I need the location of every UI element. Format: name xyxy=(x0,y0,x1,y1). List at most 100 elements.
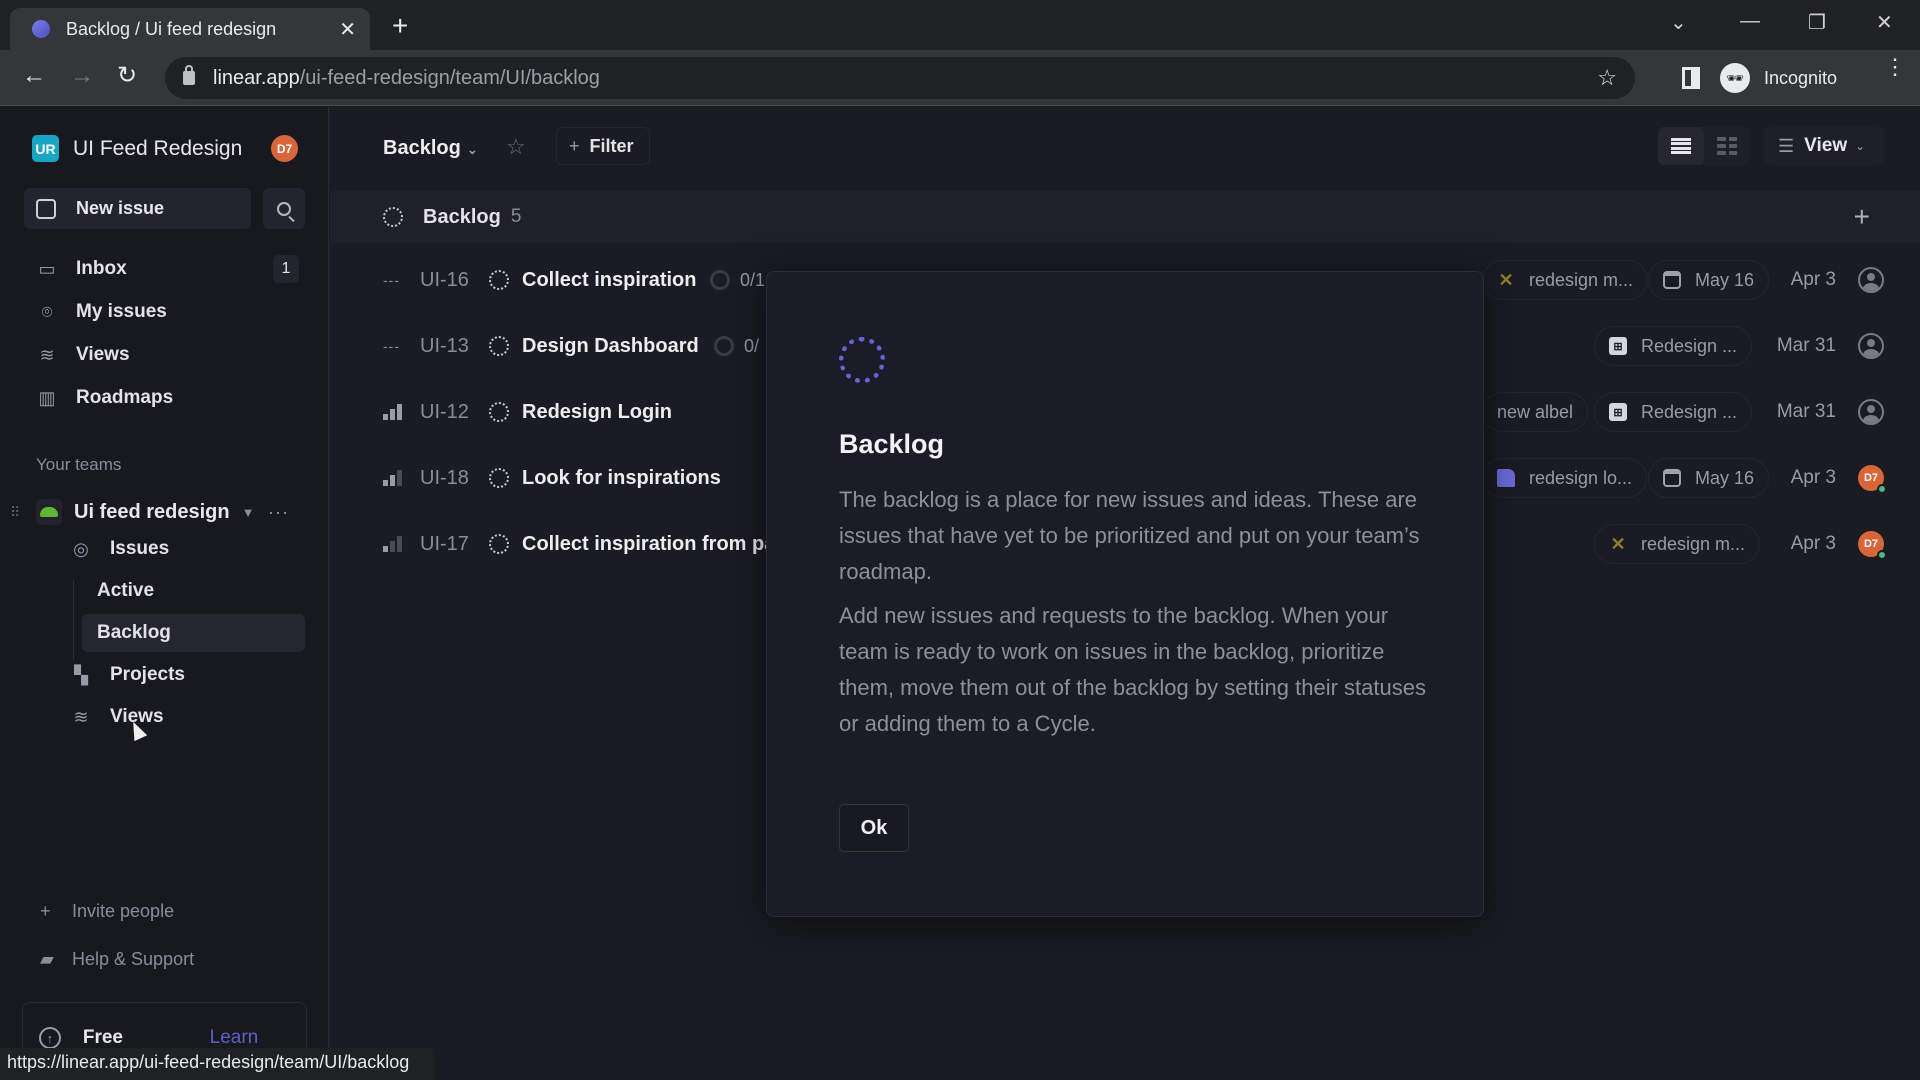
favorite-star-icon[interactable]: ☆ xyxy=(506,134,526,160)
team-more-icon[interactable]: ··· xyxy=(268,502,289,523)
project-text: redesign lo... xyxy=(1529,467,1633,488)
project-icon: ⊞ xyxy=(1609,403,1627,421)
incognito-profile[interactable]: 🕶 Incognito xyxy=(1720,57,1860,99)
view-options-button[interactable]: ☰ View ⌄ xyxy=(1764,127,1884,165)
sidebar-item-views[interactable]: ≋ Views xyxy=(24,336,305,374)
url-path: /ui-feed-redesign/team/UI/backlog xyxy=(299,66,600,89)
backlog-status-icon[interactable] xyxy=(489,402,509,422)
minimize-button[interactable]: — xyxy=(1740,10,1760,33)
address-bar[interactable]: linear.app/ui-feed-redesign/team/UI/back… xyxy=(165,57,1635,99)
issue-id: UI-13 xyxy=(420,334,469,357)
list-layout-button[interactable] xyxy=(1658,127,1704,165)
calendar-icon xyxy=(1663,271,1681,289)
tab-search-icon[interactable]: ⌄ xyxy=(1670,10,1687,35)
assignee-button[interactable]: D7 xyxy=(1858,531,1887,560)
issue-title: Collect inspiration from pa xyxy=(522,532,776,555)
help-support-label: Help & Support xyxy=(72,949,195,969)
backlog-status-icon[interactable] xyxy=(489,534,509,554)
team-ui-feed-redesign[interactable]: ⠿ Ui feed redesign ▼ ··· xyxy=(10,492,305,532)
sidebar-item-label: Backlog xyxy=(97,622,171,643)
online-indicator xyxy=(1877,484,1887,494)
browser-menu-icon[interactable]: ⋮ xyxy=(1884,56,1906,78)
no-priority-icon[interactable]: --- xyxy=(383,338,405,354)
assignee-button[interactable] xyxy=(1858,399,1884,425)
layout-toggle xyxy=(1658,127,1750,165)
plus-icon: + xyxy=(40,901,51,921)
backlog-status-icon[interactable] xyxy=(489,468,509,488)
bookmark-star-icon[interactable]: ☆ xyxy=(1597,65,1617,91)
label-chip[interactable]: ✕ redesign m... xyxy=(1482,260,1649,300)
sidebar-item-issues[interactable]: ◎ Issues xyxy=(58,530,305,568)
invite-people-button[interactable]: + Invite people xyxy=(40,901,174,922)
label-chip[interactable]: new albel xyxy=(1482,392,1589,432)
ok-button[interactable]: Ok xyxy=(839,804,909,852)
project-chip[interactable]: ⊞ Redesign ... xyxy=(1594,392,1753,432)
reload-button[interactable]: ↻ xyxy=(117,64,137,88)
due-date-chip[interactable]: May 16 xyxy=(1648,458,1770,498)
help-support-button[interactable]: ▰ Help & Support xyxy=(40,949,194,970)
drag-handle-icon[interactable]: ⠿ xyxy=(10,504,26,521)
progress-text: 0/ xyxy=(744,335,760,356)
back-button[interactable]: ← xyxy=(22,64,46,88)
label-chip[interactable]: ✕ redesign m... xyxy=(1594,524,1761,564)
incognito-label: Incognito xyxy=(1764,67,1838,88)
filter-button[interactable]: + Filter xyxy=(556,127,650,165)
layers-icon: ≋ xyxy=(39,344,55,365)
upgrade-arrow-icon: ↑ xyxy=(39,1027,61,1049)
assignee-button[interactable] xyxy=(1858,267,1884,293)
dialog-title: Backlog xyxy=(839,429,945,459)
sidebar-item-backlog[interactable]: Backlog xyxy=(82,614,305,652)
project-text: Redesign ... xyxy=(1641,335,1738,356)
your-teams-heading: Your teams xyxy=(36,455,122,474)
target-icon: ⌾ xyxy=(41,301,53,322)
new-tab-button[interactable]: + xyxy=(392,12,408,40)
medium-priority-icon[interactable] xyxy=(383,470,405,486)
issue-title: Look for inspirations xyxy=(522,466,721,489)
assignee-button[interactable] xyxy=(1858,333,1884,359)
group-header-backlog[interactable]: Backlog 5 + xyxy=(330,191,1920,243)
sidebar-item-my-issues[interactable]: ⌾ My issues xyxy=(24,293,305,331)
sidebar-item-label: Projects xyxy=(110,664,185,685)
chevron-down-icon: ⌄ xyxy=(466,142,478,157)
issue-id: UI-18 xyxy=(420,466,469,489)
sidebar-item-projects[interactable]: ▚ Projects xyxy=(58,656,305,694)
high-priority-icon[interactable] xyxy=(383,404,405,420)
no-priority-icon[interactable]: --- xyxy=(383,272,405,288)
backlog-status-icon[interactable] xyxy=(489,336,509,356)
assignee-button[interactable]: D7 xyxy=(1858,465,1887,494)
team-cloud-icon xyxy=(36,499,62,525)
sidebar-item-label: Roadmaps xyxy=(76,387,174,408)
search-button[interactable] xyxy=(263,188,305,229)
restore-button[interactable]: ❐ xyxy=(1808,10,1826,35)
backlog-status-icon[interactable] xyxy=(489,270,509,290)
sidebar-item-active[interactable]: Active xyxy=(82,572,305,610)
avatar-initials: D7 xyxy=(1863,472,1879,484)
board-layout-button[interactable] xyxy=(1704,127,1750,165)
sidebar-item-inbox[interactable]: ▭ Inbox 1 xyxy=(24,250,305,288)
close-tab-icon[interactable]: ✕ xyxy=(339,17,356,42)
new-issue-button[interactable]: New issue xyxy=(24,188,251,229)
list-icon xyxy=(1671,138,1691,154)
sub-issue-progress: 0/ xyxy=(714,326,759,366)
browser-tab[interactable]: Backlog / Ui feed redesign ✕ xyxy=(10,8,370,50)
search-icon xyxy=(277,201,291,216)
workspace-switcher[interactable]: UR UI Feed Redesign xyxy=(32,135,242,162)
user-avatar[interactable]: D7 xyxy=(271,135,298,162)
view-title-dropdown[interactable]: Backlog ⌄ xyxy=(383,137,478,160)
sidebar-item-team-views[interactable]: ≋ Views xyxy=(58,698,305,736)
project-chip[interactable]: ⊞ Redesign ... xyxy=(1594,326,1753,366)
forward-button[interactable]: → xyxy=(70,64,94,88)
projects-icon: ▚ xyxy=(74,664,88,685)
sidebar-item-roadmaps[interactable]: ▥ Roadmaps xyxy=(24,379,305,417)
due-date-chip[interactable]: May 16 xyxy=(1648,260,1770,300)
project-chip[interactable]: redesign lo... xyxy=(1482,458,1648,498)
filter-label: Filter xyxy=(589,135,634,156)
grid-icon xyxy=(1717,137,1737,155)
add-issue-icon[interactable]: + xyxy=(1854,201,1870,233)
low-priority-icon[interactable] xyxy=(383,536,405,552)
label-text: new albel xyxy=(1497,401,1574,422)
close-window-button[interactable]: ✕ xyxy=(1876,10,1893,35)
unassigned-icon xyxy=(1858,333,1884,359)
sub-issue-progress: 0/1 xyxy=(710,260,765,300)
side-panel-icon[interactable] xyxy=(1682,67,1700,89)
